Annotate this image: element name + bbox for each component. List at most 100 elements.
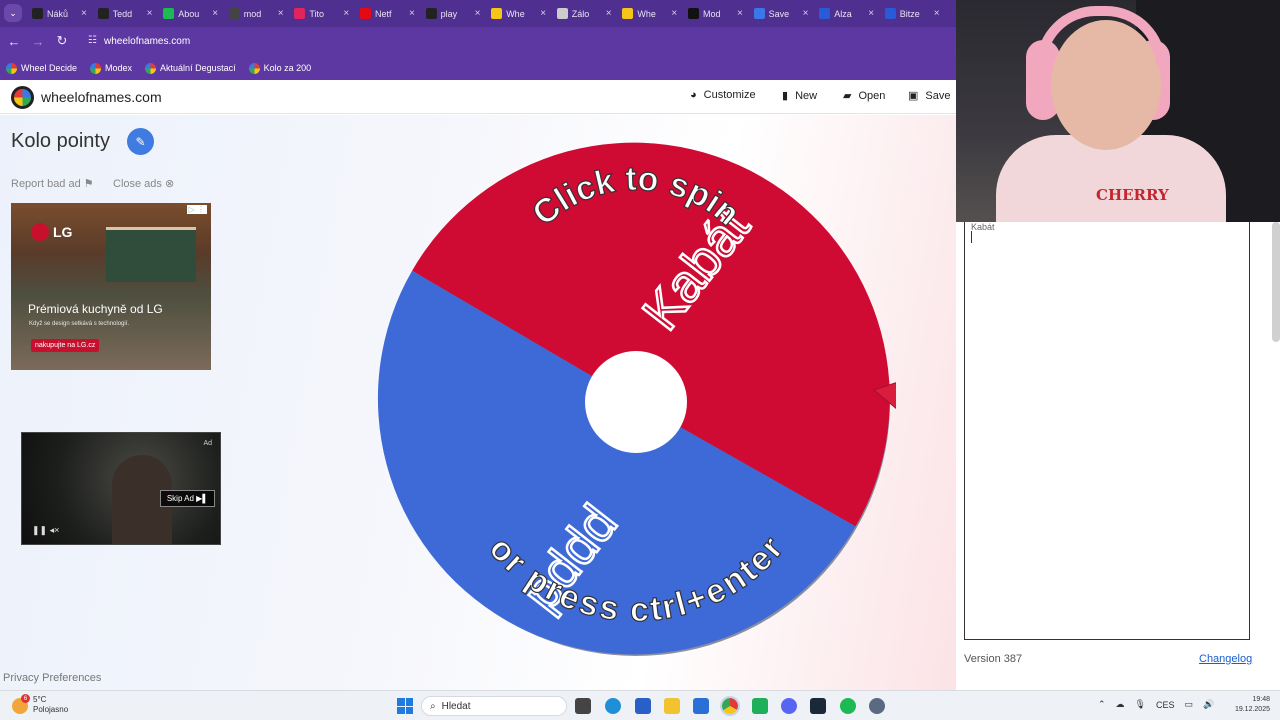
close-circle-icon: ⊗ (164, 178, 175, 190)
tab-favicon-icon (97, 8, 109, 19)
save-icon: ▣ (908, 90, 919, 102)
edge-icon[interactable] (605, 698, 621, 714)
close-tab-icon[interactable]: × (147, 8, 153, 19)
close-tab-icon[interactable]: × (868, 8, 874, 19)
file-explorer-icon[interactable] (664, 698, 680, 714)
site-info-icon[interactable]: ☷ (88, 35, 97, 46)
tab-favicon-icon (819, 8, 831, 19)
bookmark-item[interactable]: Aktuální Degustací (145, 62, 236, 74)
browser-tab[interactable]: Tito × (294, 2, 349, 25)
close-ads-link[interactable]: Close ads ⊗ (113, 177, 174, 190)
pause-icon[interactable]: ❚❚ (32, 525, 47, 535)
site-header: wheelofnames.com ◕ Customize ▮ New ▰ Open ▣… (0, 80, 956, 114)
chevron-up-icon[interactable]: ⌃ (1098, 699, 1106, 710)
bookmark-item[interactable]: Kolo za 200 (248, 62, 311, 74)
site-logo-icon[interactable] (11, 86, 34, 109)
spin-wheel[interactable]: Kabát pppd Click to spin or press ctrl+e… (376, 140, 896, 660)
browser-tab[interactable]: Alza × (819, 2, 874, 25)
browser-tab[interactable]: Náků × (32, 2, 87, 25)
bookmarks-bar: Wheel Decide Modex Aktuální Degustací Ko… (0, 56, 956, 80)
cloud-icon[interactable]: ☁ (1116, 699, 1125, 710)
app-icon[interactable] (752, 698, 768, 714)
volume-icon[interactable]: 🔊 (1203, 699, 1214, 710)
skip-ad-button[interactable]: Skip Ad ▶▌ (159, 490, 215, 507)
close-tab-icon[interactable]: × (81, 8, 87, 19)
steam-icon[interactable] (810, 698, 826, 714)
weather-sun-icon: 6 (12, 694, 30, 714)
report-ad-link[interactable]: Report bad ad ⚑ (11, 177, 94, 190)
mute-icon[interactable]: ◂× (50, 525, 60, 535)
close-tab-icon[interactable]: × (475, 8, 481, 19)
close-tab-icon[interactable]: × (278, 8, 284, 19)
close-tab-icon[interactable]: × (343, 8, 349, 19)
tab-favicon-icon (163, 8, 175, 19)
folder-open-icon: ▰ (843, 90, 852, 102)
task-view-icon[interactable] (575, 698, 591, 714)
file-icon: ▮ (782, 90, 789, 102)
wheel-center-button[interactable] (585, 351, 687, 453)
video-advertisement[interactable]: Ad Skip Ad ▶▌ ❚❚ ◂× (21, 432, 221, 545)
close-tab-icon[interactable]: × (737, 8, 743, 19)
back-icon[interactable]: ← (6, 33, 22, 49)
video-controls[interactable]: ❚❚ ◂× (32, 525, 59, 536)
panel-scrollbar[interactable] (1272, 222, 1280, 342)
language-indicator[interactable]: CES (1156, 700, 1175, 710)
forward-icon[interactable]: → (30, 33, 46, 49)
tab-favicon-icon (753, 8, 765, 19)
bookmark-item[interactable]: Modex (90, 62, 132, 74)
open-button[interactable]: ▰ Open (843, 89, 885, 103)
chrome-icon[interactable] (720, 696, 740, 716)
close-tab-icon[interactable]: × (212, 8, 218, 19)
entries-textarea[interactable]: Kabát (964, 222, 1250, 640)
adchoices-icon[interactable]: ▷ ⋮ (186, 205, 207, 214)
close-tab-icon[interactable]: × (803, 8, 809, 19)
browser-tab[interactable]: play × (425, 2, 481, 25)
edit-title-button[interactable]: ✎ (127, 128, 154, 155)
browser-tab[interactable]: Bitze × (884, 2, 940, 25)
start-button-icon[interactable] (397, 698, 413, 714)
close-tab-icon[interactable]: × (934, 8, 940, 19)
browser-tab[interactable]: Abou × (163, 2, 218, 25)
settings-gear-icon[interactable] (869, 698, 885, 714)
site-name[interactable]: wheelofnames.com (41, 89, 162, 105)
browser-tab[interactable]: mod × (228, 2, 284, 25)
spotify-icon[interactable] (840, 698, 856, 714)
browser-tab[interactable]: Save × (753, 2, 809, 25)
bookmark-item[interactable]: Wheel Decide (6, 62, 77, 74)
outlook-icon[interactable] (693, 698, 709, 714)
close-tab-icon[interactable]: × (606, 8, 612, 19)
taskbar-search[interactable]: ⌕ Hledat (421, 696, 567, 716)
browser-tab[interactable]: Whe × (622, 2, 677, 25)
changelog-link[interactable]: Changelog (1199, 653, 1252, 665)
discord-icon[interactable] (781, 698, 797, 714)
new-button[interactable]: ▮ New (782, 89, 817, 103)
privacy-preferences-link[interactable]: Privacy Preferences (3, 672, 101, 684)
save-button[interactable]: ▣ Save (908, 89, 950, 103)
browser-tab[interactable]: Mod × (688, 2, 743, 25)
browser-tab[interactable]: Netf × (360, 2, 415, 25)
ad-subline: Když se design setkává s technologií. (29, 321, 130, 327)
browser-tab[interactable]: Tedd × (97, 2, 153, 25)
lg-advertisement[interactable]: LG Prémiová kuchyně od LG Když se design… (11, 203, 211, 370)
weather-widget[interactable]: 6 5°C Polojasno (12, 694, 68, 715)
browser-tab[interactable]: Zálo × (556, 2, 612, 25)
network-icon[interactable]: ▭ (1185, 699, 1194, 710)
tab-label: play (440, 8, 458, 19)
bookmark-favicon-icon (248, 62, 260, 74)
ad-cta-button[interactable]: nakupujte na LG.cz (31, 339, 100, 352)
close-tab-icon[interactable]: × (409, 8, 415, 19)
browser-tab[interactable]: Whe × (491, 2, 546, 25)
close-tab-icon[interactable]: × (540, 8, 546, 19)
tab-favicon-icon (622, 8, 634, 19)
flag-icon: ⚑ (83, 178, 94, 190)
taskbar-clock[interactable]: 19:48 19.12.2025 (1226, 695, 1270, 715)
browser-tab-strip: ⌄ Náků × Tedd × Abou × mod × Tito × Netf × play × Whe ×… (0, 0, 956, 27)
url-field[interactable]: ☷ wheelofnames.com (82, 30, 942, 53)
store-icon[interactable] (635, 698, 651, 714)
microphone-icon[interactable]: 🎙 (1135, 699, 1146, 710)
reload-icon[interactable]: ↻ (54, 33, 70, 49)
tab-search-menu-icon[interactable]: ⌄ (4, 4, 22, 22)
tab-label: Netf (375, 8, 392, 19)
customize-button[interactable]: ◕ Customize (690, 89, 756, 101)
close-tab-icon[interactable]: × (671, 8, 677, 19)
